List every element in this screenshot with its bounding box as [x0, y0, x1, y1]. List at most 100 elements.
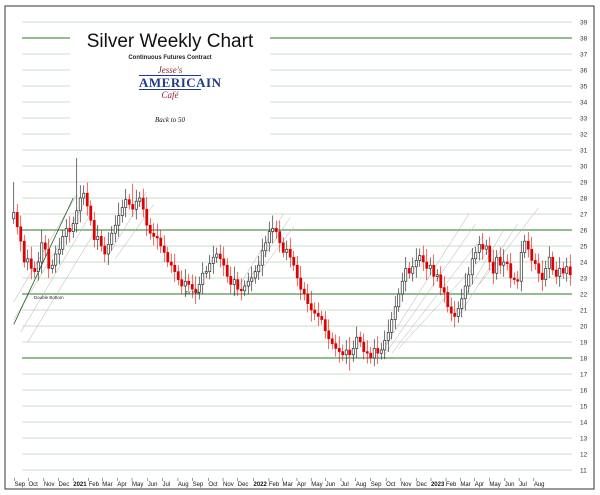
logo-line-middle: AMERICAIN	[139, 75, 222, 90]
candle-body	[26, 258, 30, 263]
candle-body	[292, 256, 296, 266]
candle-body	[201, 272, 205, 285]
x-tick-label: Oct	[28, 482, 38, 488]
candle-body	[544, 268, 548, 280]
y-tick-label: 39	[580, 20, 588, 27]
candle-body	[523, 240, 527, 253]
candle-body	[397, 293, 401, 308]
y-tick-label: 31	[580, 148, 588, 155]
candle-body	[141, 197, 145, 210]
x-tick-label: 2021	[73, 482, 87, 488]
candle-body	[180, 279, 184, 287]
candle-body	[323, 319, 327, 332]
candle-body	[502, 261, 506, 266]
annotation-label: Double Bottom	[34, 295, 64, 300]
candle-body	[257, 264, 261, 272]
y-tick-label: 17	[580, 372, 588, 379]
y-tick-label: 22	[580, 292, 588, 299]
x-tick-label: Oct	[386, 482, 396, 488]
x-tick-label: Dec	[238, 482, 249, 488]
x-tick-label: Apr	[475, 482, 484, 488]
candle-body	[215, 253, 219, 258]
candle-body	[134, 200, 138, 210]
candle-body	[278, 231, 282, 244]
back-to-link[interactable]: Back to 50	[70, 116, 270, 124]
candle-body	[561, 268, 565, 274]
y-tick-label: 21	[580, 308, 588, 315]
candle-body	[260, 250, 264, 266]
candle-body	[152, 232, 156, 237]
chart-subtitle: Continuous Futures Contract	[128, 55, 212, 61]
candle-body	[78, 197, 82, 212]
candle-body	[386, 332, 390, 341]
annotation-label: Dr Evil	[186, 290, 199, 295]
y-tick-label: 18	[580, 356, 588, 363]
x-tick-label: 2023	[431, 482, 445, 488]
y-tick-label: 26	[580, 228, 588, 235]
candle-body	[176, 271, 180, 280]
candle-body	[470, 258, 474, 276]
candle-body	[355, 336, 359, 349]
candle-body	[313, 309, 317, 314]
y-tick-label: 30	[580, 164, 588, 171]
candle-body	[414, 260, 418, 268]
x-tick-label: May	[489, 482, 500, 488]
candle-body	[547, 256, 551, 269]
candle-body	[159, 237, 163, 247]
candle-body	[190, 284, 194, 290]
candle-body	[316, 312, 320, 317]
candle-body	[138, 197, 142, 202]
candle-body	[481, 244, 485, 250]
x-tick-label: Mar	[283, 482, 293, 488]
candle-body	[92, 220, 96, 240]
candle-body	[99, 236, 103, 247]
x-tick-label: Nov	[223, 482, 234, 488]
y-tick-label: 27	[580, 212, 588, 219]
y-tick-label: 32	[580, 132, 588, 139]
x-tick-label: Aug	[356, 482, 367, 488]
candle-body	[33, 268, 37, 272]
candle-body	[246, 280, 250, 287]
x-tick-label: Feb	[446, 482, 457, 488]
candle-body	[467, 274, 471, 287]
candle-body	[64, 228, 68, 237]
candle-body	[344, 349, 348, 356]
x-tick-label: Jun	[148, 482, 158, 488]
candle-body	[383, 340, 387, 351]
candle-body	[61, 236, 65, 250]
candle-body	[19, 226, 23, 242]
candle-body	[393, 306, 397, 320]
candle-body	[117, 215, 121, 226]
candle-body	[537, 263, 541, 274]
candle-body	[239, 288, 243, 292]
candle-body	[267, 231, 271, 244]
y-tick-label: 23	[580, 276, 588, 283]
y-tick-label: 15	[580, 404, 588, 411]
candle-body	[449, 306, 453, 314]
x-tick-label: May	[132, 482, 143, 488]
candle-body	[330, 338, 334, 344]
candle-body	[488, 245, 492, 263]
candle-body	[285, 248, 289, 253]
candle-body	[211, 256, 215, 264]
y-tick-label: 20	[580, 324, 588, 331]
candle-body	[526, 240, 530, 250]
x-tick-label: Aug	[534, 482, 545, 488]
candle-body	[516, 279, 520, 282]
candle-body	[432, 264, 436, 277]
x-tick-label: 2022	[254, 482, 268, 488]
candle-body	[271, 228, 275, 232]
candle-body	[320, 316, 324, 320]
candle-body	[103, 245, 107, 255]
candle-body	[50, 264, 54, 269]
y-tick-label: 25	[580, 244, 588, 251]
y-tick-label: 11	[580, 468, 587, 475]
candle-body	[71, 223, 75, 232]
x-tick-label: Jun	[326, 482, 336, 488]
candle-body	[540, 272, 544, 280]
candle-body	[131, 204, 135, 210]
y-tick-label: 12	[580, 452, 588, 459]
y-tick-label: 38	[580, 36, 588, 43]
candle-body	[96, 236, 100, 240]
candle-body	[253, 271, 257, 279]
